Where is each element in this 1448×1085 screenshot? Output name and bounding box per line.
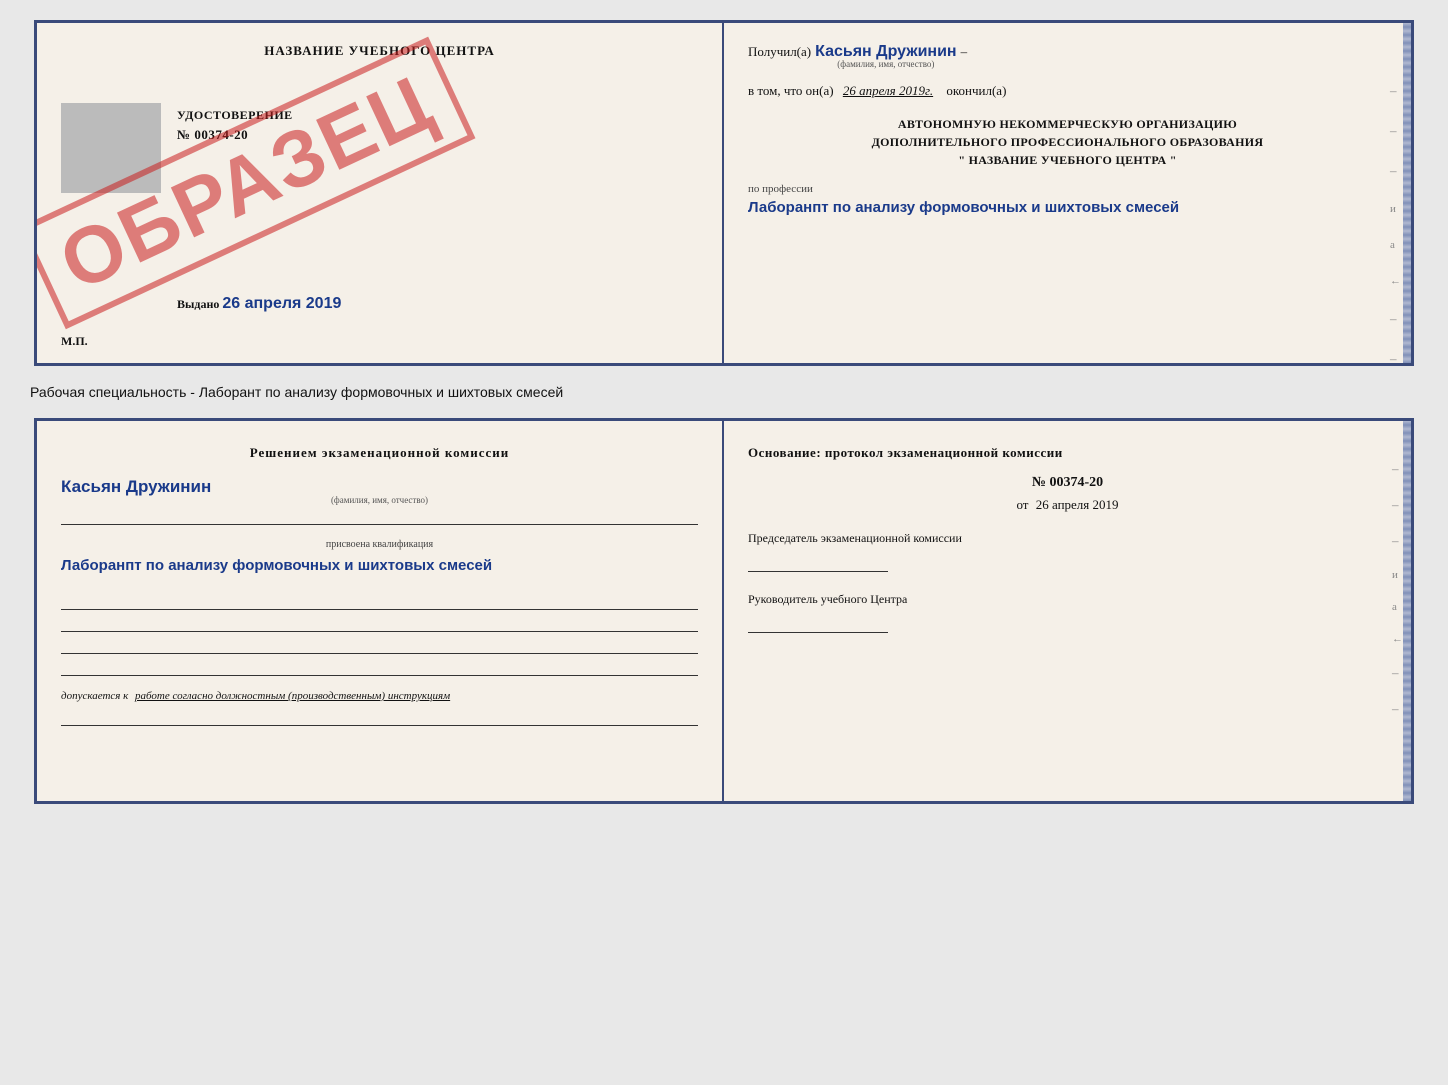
avtonom-line2: ДОПОЛНИТЕЛЬНОГО ПРОФЕССИОНАЛЬНОГО ОБРАЗО… — [748, 133, 1387, 151]
doc-binding-right-top — [1403, 23, 1411, 363]
top-document: НАЗВАНИЕ УЧЕБНОГО ЦЕНТРА УДОСТОВЕРЕНИЕ №… — [34, 20, 1414, 366]
avtonom-block: АВТОНОМНУЮ НЕКОММЕРЧЕСКУЮ ОРГАНИЗАЦИЮ ДО… — [748, 115, 1387, 169]
line-2 — [61, 614, 698, 632]
vydano-block: Выдано 26 апреля 2019 — [177, 295, 341, 313]
specialty-text: Рабочая специальность - Лаборант по анал… — [20, 384, 563, 400]
dopuskaetsya-block: допускается к работе согласно должностны… — [61, 690, 698, 702]
bottom-left-panel: Решением экзаменационной комиссии Касьян… — [37, 421, 724, 801]
b-dash-1: – — [1392, 461, 1403, 477]
udost-number: № 00374-20 — [177, 127, 293, 143]
top-fio: Касьян Дружинин — [815, 43, 956, 60]
arrow-label: ← — [1390, 275, 1401, 287]
b-dash-5: – — [1392, 701, 1403, 717]
osnovanie-title: Основание: протокол экзаменационной коми… — [748, 445, 1387, 461]
proprofessii-block: по профессии Лаборанпт по анализу формов… — [748, 183, 1387, 220]
dash-4: – — [1390, 311, 1401, 327]
dash-1: – — [1390, 83, 1401, 99]
right-side-deco-bottom: – – – и а ← – – — [1392, 461, 1403, 717]
rukovoditel-label: Руководитель учебного Центра — [748, 592, 907, 606]
b-dash-4: – — [1392, 665, 1403, 681]
bottom-right-panel: Основание: протокол экзаменационной коми… — [724, 421, 1411, 801]
dopuskaetsya-text: работе согласно должностным (производств… — [135, 690, 450, 702]
avtonom-line3: " НАЗВАНИЕ УЧЕБНОГО ЦЕНТРА " — [748, 151, 1387, 169]
photo-placeholder — [61, 103, 161, 193]
avtonom-line1: АВТОНОМНУЮ НЕКОММЕРЧЕСКУЮ ОРГАНИЗАЦИЮ — [748, 115, 1387, 133]
b-arrow-label: ← — [1392, 633, 1403, 645]
ot-date-block: от 26 апреля 2019 — [748, 497, 1387, 513]
bottom-document: Решением экзаменационной комиссии Касьян… — [34, 418, 1414, 804]
right-side-lines-top: – – – и а ← – – — [1390, 83, 1401, 366]
ot-date: 26 апреля 2019 — [1036, 497, 1119, 512]
mp-label: М.П. — [61, 334, 88, 349]
poluchil-label: Получил(а) — [748, 44, 811, 60]
qualification-text: Лаборанпт по анализу формовочных и шихто… — [61, 554, 698, 578]
vydano-label: Выдано — [177, 297, 219, 311]
line-4 — [61, 658, 698, 676]
dash-2: – — [1390, 123, 1401, 139]
a-label: а — [1390, 239, 1401, 251]
poluchil-line: Получил(а) Касьян Дружинин (фамилия, имя… — [748, 43, 1387, 69]
fio-underline — [61, 507, 698, 525]
prisvoena-label: присвоена квалификация — [61, 539, 698, 550]
predsedatel-sig-line — [748, 554, 888, 572]
udost-label: УДОСТОВЕРЕНИЕ — [177, 108, 293, 123]
protocol-number: № 00374-20 — [748, 475, 1387, 491]
b-i-label: и — [1392, 569, 1403, 581]
fio-sublabel-bottom: (фамилия, имя, отчество) — [61, 495, 698, 505]
proprofessii-label: по профессии — [748, 183, 1387, 195]
predsedatel-block: Председатель экзаменационной комиссии — [748, 531, 1387, 572]
i-label: и — [1390, 203, 1401, 215]
rukovoditel-block: Руководитель учебного Центра — [748, 592, 1387, 633]
line-1 — [61, 592, 698, 610]
vtom-label: в том, что он(а) — [748, 83, 834, 98]
vtom-date: 26 апреля 2019г. — [843, 83, 933, 98]
top-right-panel: Получил(а) Касьян Дружинин (фамилия, имя… — [724, 23, 1411, 363]
dash-after-fio: – — [961, 44, 968, 60]
dopuskaetsya-label: допускается к — [61, 690, 128, 702]
vtom-line: в том, что он(а) 26 апреля 2019г. окончи… — [748, 83, 1387, 99]
bottom-fio: Касьян Дружинин — [61, 477, 211, 496]
fio-sublabel-top: (фамилия, имя, отчество) — [815, 59, 956, 69]
doc-binding-right-bottom — [1403, 421, 1411, 801]
resheniem-title: Решением экзаменационной комиссии — [61, 445, 698, 461]
dash-5: – — [1390, 351, 1401, 366]
b-a-label: а — [1392, 601, 1403, 613]
ot-label: от — [1016, 497, 1028, 512]
dash-3: – — [1390, 163, 1401, 179]
udost-block: УДОСТОВЕРЕНИЕ № 00374-20 — [177, 108, 293, 143]
b-dash-2: – — [1392, 497, 1403, 513]
profession-text-top: Лаборанпт по анализу формовочных и шихто… — [748, 197, 1387, 220]
predsedatel-label: Председатель экзаменационной комиссии — [748, 531, 962, 545]
kasyan-line: Касьян Дружинин (фамилия, имя, отчество) — [61, 477, 698, 505]
lines-block — [61, 592, 698, 676]
cert-title: НАЗВАНИЕ УЧЕБНОГО ЦЕНТРА — [61, 43, 698, 59]
bottom-underline — [61, 708, 698, 726]
b-dash-3: – — [1392, 533, 1403, 549]
okonchil-label: окончил(а) — [946, 83, 1006, 98]
line-3 — [61, 636, 698, 654]
vydano-date: 26 апреля 2019 — [222, 295, 341, 312]
top-left-panel: НАЗВАНИЕ УЧЕБНОГО ЦЕНТРА УДОСТОВЕРЕНИЕ №… — [37, 23, 724, 363]
rukovoditel-sig-line — [748, 615, 888, 633]
